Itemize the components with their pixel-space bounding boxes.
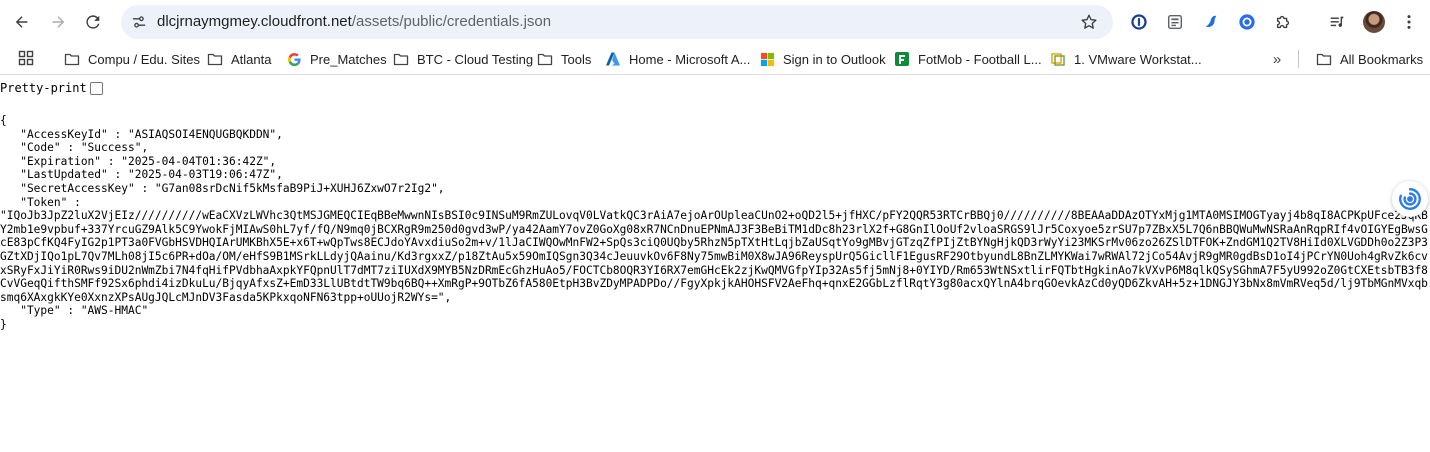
password-manager-extension-icon[interactable] — [1127, 10, 1151, 34]
shield-extension-icon[interactable] — [1235, 10, 1259, 34]
bookmarks-separator — [1298, 50, 1299, 68]
extensions-puzzle-icon[interactable] — [1271, 10, 1295, 34]
bookmark-item-tools[interactable]: Tools — [537, 49, 591, 69]
bookmark-item-atlanta[interactable]: Atlanta — [207, 49, 271, 69]
reload-button[interactable] — [80, 9, 106, 35]
bookmark-item-compu-edu-sites[interactable]: Compu / Edu. Sites — [64, 49, 200, 69]
bookmark-label: All Bookmarks — [1340, 51, 1424, 67]
apps-grid-icon[interactable] — [18, 50, 34, 66]
folder-icon — [207, 51, 223, 67]
pretty-print-control: Pretty-print — [0, 81, 103, 95]
folder-icon — [64, 51, 80, 67]
json-line: } — [0, 317, 7, 331]
back-button[interactable] — [9, 9, 35, 35]
url-text[interactable]: dlcjrnaymgmey.cloudfront.net/assets/publ… — [157, 13, 551, 31]
media-controls-icon[interactable] — [1325, 10, 1349, 34]
arrow-right-icon — [52, 16, 65, 28]
bookmark-label: Compu / Edu. Sites — [88, 51, 200, 67]
json-content: { "AccessKeyId" : "ASIAQSOI4ENQUGBQKDDN"… — [0, 114, 1430, 332]
json-line: "Type" : "AWS-HMAC" — [0, 304, 149, 318]
address-bar[interactable]: dlcjrnaymgmey.cloudfront.net/assets/publ… — [121, 5, 1113, 39]
more-bookmarks-chevron-icon[interactable]: » — [1268, 50, 1286, 68]
json-line: "Token" : — [0, 195, 81, 209]
json-line: { — [0, 114, 7, 127]
json-line: "Code" : "Success", — [0, 141, 149, 155]
bird-extension-icon[interactable] — [1199, 10, 1223, 34]
bookmark-star-icon[interactable] — [1079, 12, 1099, 32]
folder-icon — [393, 51, 409, 67]
folder-icon — [1316, 51, 1332, 67]
site-info-icon[interactable] — [129, 12, 149, 32]
url-path: /assets/public/credentials.json — [351, 13, 552, 30]
arrow-left-icon — [15, 16, 28, 28]
azure-icon — [605, 51, 621, 67]
bookmark-label: Sign in to Outlook — [783, 51, 886, 67]
json-line: "AccessKeyId" : "ASIAQSOI4ENQUGBQKDDN", — [0, 127, 283, 141]
json-line: "Expiration" : "2025-04-04T01:36:42Z", — [0, 154, 277, 168]
bookmark-label: Atlanta — [231, 51, 272, 67]
bookmark-label: Home - Microsoft A... — [629, 51, 751, 67]
folder-icon — [537, 51, 553, 67]
browser-toolbar: dlcjrnaymgmey.cloudfront.net/assets/publ… — [0, 0, 1430, 44]
chrome-menu-icon[interactable] — [1398, 11, 1420, 33]
bookmark-item-all-bookmarks[interactable]: All Bookmarks — [1316, 49, 1423, 69]
json-line: "SecretAccessKey" : "G7an08srDcNif5kMsfa… — [0, 181, 445, 195]
bookmark-label: 1. VMware Workstat... — [1074, 51, 1202, 67]
reader-extension-icon[interactable] — [1163, 10, 1187, 34]
bookmark-item-sign-in-outlook[interactable]: Sign in to Outlook — [759, 49, 886, 69]
bookmark-label: BTC - Cloud Testing — [417, 51, 534, 67]
google-icon — [286, 51, 302, 67]
bookmark-label: FotMob - Football L... — [918, 51, 1042, 67]
bookmark-item-vmware[interactable]: 1. VMware Workstat... — [1050, 49, 1202, 69]
bookmark-item-btc-cloud-testing[interactable]: BTC - Cloud Testing — [393, 49, 533, 69]
json-token-value: "IQoJb3JpZ2luX2VjEIz//////////wEaCXVzLWV… — [0, 209, 1428, 304]
pretty-print-label: Pretty-print — [0, 81, 87, 95]
json-line: "LastUpdated" : "2025-04-03T19:06:47Z", — [0, 168, 283, 182]
bookmark-item-pre-matches[interactable]: Pre_Matches — [286, 49, 387, 69]
forward-button[interactable] — [45, 9, 71, 35]
reload-icon — [86, 15, 100, 29]
bookmark-item-fotmob[interactable]: FotMob - Football L... — [894, 49, 1042, 69]
bookmark-label: Pre_Matches — [310, 51, 387, 67]
microsoft-icon — [759, 51, 775, 67]
profile-avatar[interactable] — [1363, 11, 1385, 33]
bookmark-item-home-microsoft[interactable]: Home - Microsoft A... — [605, 49, 750, 69]
url-host: dlcjrnaymgmey.cloudfront.net — [157, 13, 352, 30]
pretty-print-checkbox[interactable] — [89, 81, 103, 95]
vmware-icon — [1050, 51, 1066, 67]
bookmark-label: Tools — [561, 51, 592, 67]
floating-assistant-icon[interactable] — [1392, 181, 1428, 217]
fotmob-icon — [894, 51, 910, 67]
